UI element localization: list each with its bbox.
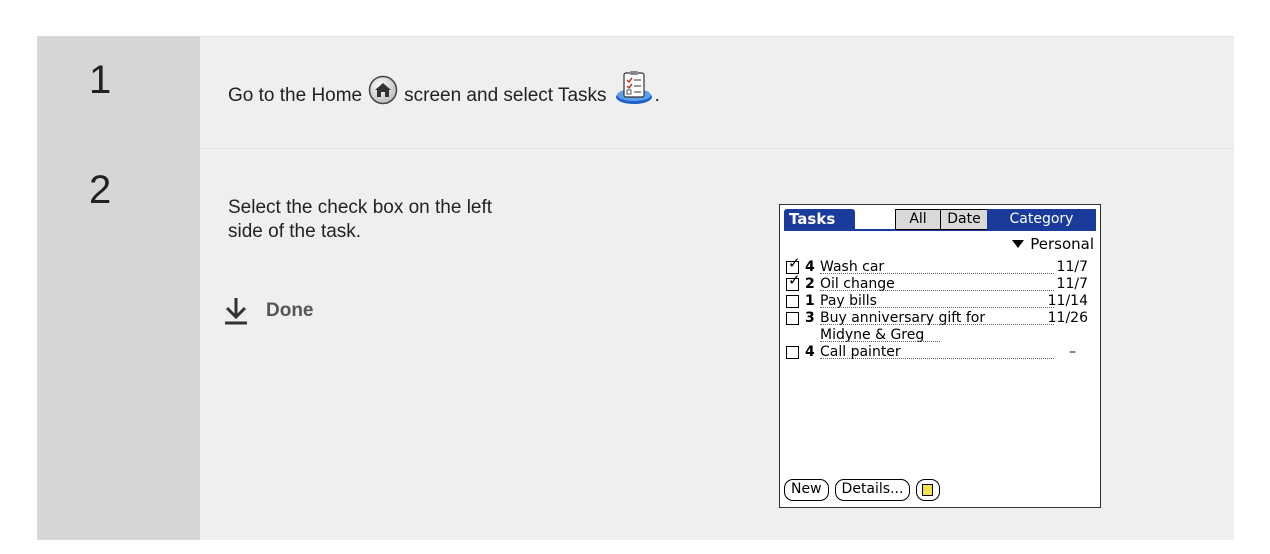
task-checkbox[interactable] (786, 295, 799, 308)
step-number-cell: 1 (37, 36, 200, 150)
task-checkbox[interactable] (786, 312, 799, 325)
step-1-text: Go to the Home screen and select Tasks . (228, 71, 660, 113)
note-button[interactable] (916, 479, 941, 501)
note-icon (922, 484, 934, 496)
task-row[interactable]: 4 Call painter – (786, 344, 1096, 361)
palm-button-bar: New Details... (784, 479, 941, 501)
task-due-date[interactable]: 11/7 (1057, 259, 1088, 276)
step-number-cell: 2 (37, 148, 200, 540)
dropdown-triangle-icon (1012, 240, 1025, 248)
checkmark-icon: ✓ (788, 254, 801, 272)
task-row[interactable]: ✓ 4 Wash car 11/7 (786, 254, 1096, 276)
steps-list: 1 Go to the Home screen and select Tasks… (0, 0, 1270, 554)
task-due-date[interactable]: 11/26 (1048, 310, 1088, 327)
row-dotted-line (820, 307, 1054, 308)
details-button[interactable]: Details... (834, 479, 911, 501)
step-number: 2 (89, 168, 112, 212)
done-indicator: Done (224, 297, 314, 325)
down-arrow-icon (225, 298, 247, 325)
task-due-date[interactable]: 11/14 (1048, 293, 1088, 310)
step-1-text-after: . (654, 85, 660, 106)
task-priority: 2 (805, 276, 815, 292)
step-2: 2 Select the check box on the left side … (37, 148, 1234, 540)
new-button[interactable]: New (784, 479, 829, 501)
task-checkbox[interactable]: ✓ (786, 273, 801, 291)
tab-date[interactable]: Date (940, 209, 988, 230)
category-label: Personal (1030, 235, 1094, 253)
row-dotted-line (820, 341, 940, 342)
tasks-icon (615, 71, 653, 105)
tab-category[interactable]: Category (987, 209, 1096, 230)
task-priority: 4 (805, 344, 815, 360)
step-content: Select the check box on the left side of… (200, 148, 1234, 540)
step-number: 1 (89, 58, 112, 102)
task-row[interactable]: ✓ 2 Oil change 11/7 (786, 273, 1096, 293)
home-icon (368, 75, 398, 105)
step-1-text-before: Go to the Home (228, 85, 363, 106)
category-picker[interactable]: Personal (1012, 235, 1094, 253)
step-content: Go to the Home screen and select Tasks . (200, 36, 1234, 150)
task-priority: 4 (805, 259, 815, 275)
task-due-date[interactable]: – (1069, 344, 1076, 361)
row-dotted-line (820, 290, 1054, 291)
task-row-continuation[interactable]: Midyne & Greg (786, 327, 1096, 344)
row-dotted-line (820, 358, 1054, 359)
task-due-date[interactable]: 11/7 (1057, 276, 1088, 293)
step-1: 1 Go to the Home screen and select Tasks… (37, 36, 1234, 150)
task-row[interactable]: 3 Buy anniversary gift for 11/26 (786, 310, 1096, 327)
palm-tasks-screen: Tasks All Date Category Personal ✓ 4 Was… (779, 204, 1101, 508)
task-row[interactable]: 1 Pay bills 11/14 (786, 293, 1096, 310)
task-priority: 3 (805, 310, 815, 326)
row-dotted-line (820, 273, 1054, 274)
step-1-text-middle: screen and select Tasks (404, 85, 607, 106)
row-dotted-line (820, 324, 1054, 325)
task-priority: 1 (805, 293, 815, 309)
task-checkbox[interactable] (786, 346, 799, 359)
done-label: Done (266, 300, 314, 321)
palm-app-title: Tasks (784, 209, 855, 230)
task-list: ✓ 4 Wash car 11/7 ✓ 2 Oil change 11/7 1 … (786, 254, 1096, 361)
tab-all[interactable]: All (895, 209, 941, 230)
step-2-instruction: Select the check box on the left side of… (228, 197, 493, 242)
checkmark-icon: ✓ (788, 271, 801, 289)
